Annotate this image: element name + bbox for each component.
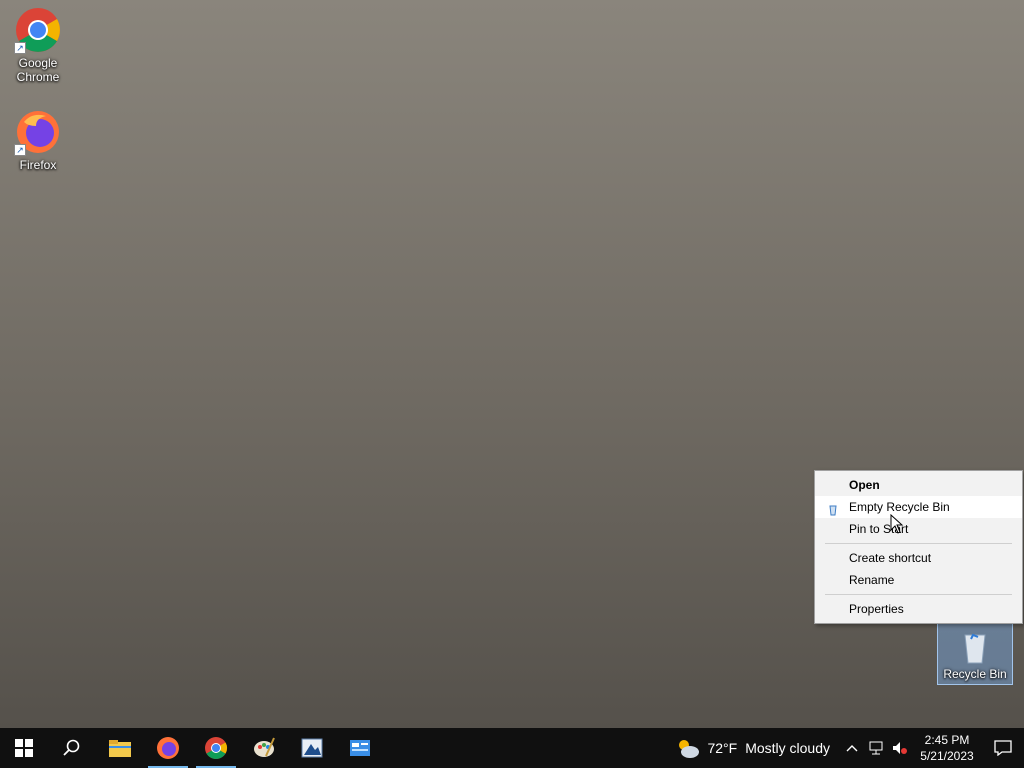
taskbar-chrome[interactable] <box>192 728 240 768</box>
taskbar-app[interactable] <box>288 728 336 768</box>
recycle-bin-icon <box>953 625 997 665</box>
app-icon <box>301 738 323 758</box>
mouse-cursor-icon <box>890 513 904 534</box>
chrome-icon: ↗ <box>14 6 62 54</box>
paint-icon <box>254 737 275 757</box>
shortcut-arrow-icon: ↗ <box>14 42 26 54</box>
show-hidden-icons-chevron-up-icon[interactable] <box>840 728 864 768</box>
context-menu: Open Empty Recycle Bin Pin to Start Crea… <box>814 470 1023 624</box>
system-clock[interactable]: 2:45 PM 5/21/2023 <box>912 732 982 764</box>
chrome-icon <box>205 737 227 759</box>
cloud-sun-icon <box>679 740 700 758</box>
weather-widget[interactable]: 72°F Mostly cloudy <box>671 737 840 759</box>
desktop-icon-label: Google Chrome <box>16 56 60 84</box>
windows-logo-icon <box>15 739 33 757</box>
menu-item-open[interactable]: Open <box>815 474 1022 496</box>
network-icon[interactable] <box>864 728 888 768</box>
menu-item-properties[interactable]: Properties <box>815 598 1022 620</box>
taskbar-file-explorer[interactable] <box>96 728 144 768</box>
taskbar-paint[interactable] <box>240 728 288 768</box>
desktop-icon-firefox[interactable]: ↗ Firefox <box>0 108 76 172</box>
taskbar: 72°F Mostly cloudy 2:45 PM 5/21/2023 <box>0 728 1024 768</box>
file-explorer-icon <box>109 740 131 757</box>
clock-date: 5/21/2023 <box>920 749 974 763</box>
clock-time: 2:45 PM <box>924 733 970 747</box>
firefox-icon <box>157 737 179 759</box>
desktop-icon-label: Firefox <box>19 158 57 172</box>
shortcut-arrow-icon: ↗ <box>14 144 26 156</box>
weather-condition: Mostly cloudy <box>745 740 830 756</box>
menu-item-rename[interactable]: Rename <box>815 569 1022 591</box>
control-panel-icon <box>350 740 370 756</box>
firefox-icon: ↗ <box>14 108 62 156</box>
menu-item-pin-to-start[interactable]: Pin to Start <box>815 518 1022 540</box>
menu-separator <box>825 543 1012 544</box>
menu-item-create-shortcut[interactable]: Create shortcut <box>815 547 1022 569</box>
volume-muted-icon[interactable] <box>888 728 912 768</box>
taskbar-control-panel[interactable] <box>336 728 384 768</box>
taskbar-firefox[interactable] <box>144 728 192 768</box>
menu-item-empty-recycle-bin[interactable]: Empty Recycle Bin <box>815 496 1022 518</box>
search-button[interactable] <box>48 728 96 768</box>
recycle-bin-icon <box>827 501 839 516</box>
menu-item-label: Empty Recycle Bin <box>849 500 950 514</box>
search-icon <box>63 739 80 756</box>
menu-separator <box>825 594 1012 595</box>
system-tray: 72°F Mostly cloudy 2:45 PM 5/21/2023 <box>671 728 1024 768</box>
desktop-icon-label: Recycle Bin <box>943 667 1007 681</box>
desktop-icon-recycle-bin[interactable]: Recycle Bin <box>937 620 1013 685</box>
weather-temperature: 72°F <box>707 740 738 756</box>
notification-center-button[interactable] <box>982 728 1024 768</box>
desktop-icon-chrome[interactable]: ↗ Google Chrome <box>0 6 76 84</box>
start-button[interactable] <box>0 728 48 768</box>
notification-icon <box>994 740 1012 756</box>
